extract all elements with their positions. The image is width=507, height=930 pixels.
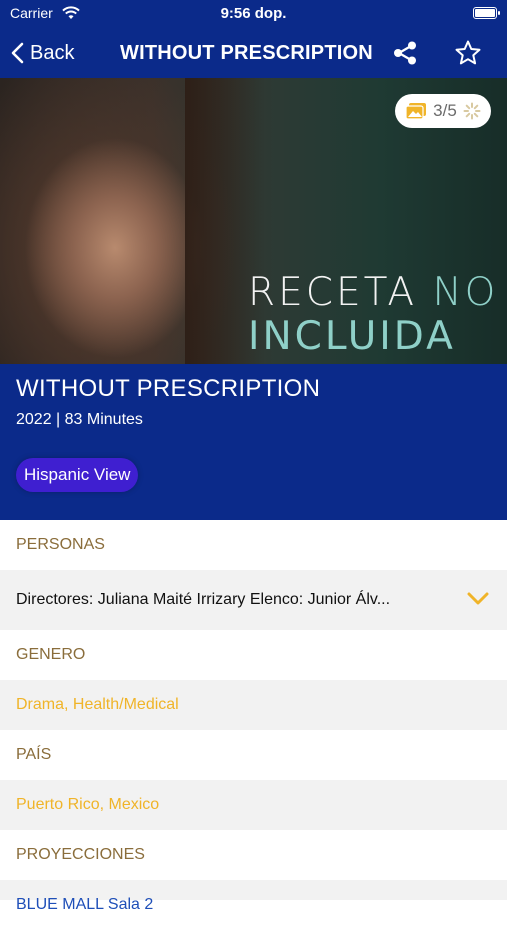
movie-info: WITHOUT PRESCRIPTION 2022 | 83 Minutes H…: [0, 364, 507, 520]
star-icon[interactable]: [454, 39, 482, 67]
back-button[interactable]: Back: [10, 28, 74, 78]
people-row[interactable]: Directores: Juliana Maité Irrizary Elenc…: [0, 570, 507, 630]
page-title: WITHOUT PRESCRIPTION: [120, 42, 373, 64]
section-header-personas: PERSONAS: [0, 520, 507, 570]
share-icon[interactable]: [392, 40, 418, 66]
movie-title: WITHOUT PRESCRIPTION: [16, 375, 321, 402]
gallery-icon: [405, 103, 427, 120]
battery-icon: [473, 7, 500, 19]
nav-bar: Back WITHOUT PRESCRIPTION: [0, 28, 507, 78]
hero-image[interactable]: 3/5 RECETA NO INCLUIDA: [0, 78, 507, 364]
poster-word-no: NO: [432, 270, 499, 315]
section-header-pais: PAÍS: [0, 730, 507, 780]
poster-title-line1: RECETA NO: [248, 270, 498, 315]
status-bar: Carrier 9:56 dop.: [0, 0, 507, 28]
category-tag[interactable]: Hispanic View: [16, 458, 139, 492]
back-chevron-icon: [11, 42, 24, 64]
people-line: Directores: Juliana Maité Irrizary Elenc…: [16, 591, 391, 608]
proyecciones-value[interactable]: BLUE MALL Sala 2: [0, 880, 507, 913]
movie-meta: 2022 | 83 Minutes: [16, 411, 143, 428]
poster-title-line2: INCLUIDA: [248, 314, 456, 359]
chevron-down-icon[interactable]: [467, 592, 489, 606]
pais-value[interactable]: Puerto Rico, Mexico: [0, 780, 507, 830]
gallery-counter-badge: 3/5: [395, 94, 491, 128]
spinner-icon: [463, 102, 481, 120]
poster-word-receta: RECETA: [248, 270, 418, 315]
status-time: 9:56 dop.: [220, 5, 287, 22]
back-label: Back: [30, 41, 75, 64]
gallery-counter: 3/5: [433, 101, 457, 120]
section-header-genero: GENERO: [0, 630, 507, 680]
section-header-proyecciones: PROYECCIONES: [0, 830, 507, 880]
genero-value[interactable]: Drama, Health/Medical: [0, 680, 507, 730]
